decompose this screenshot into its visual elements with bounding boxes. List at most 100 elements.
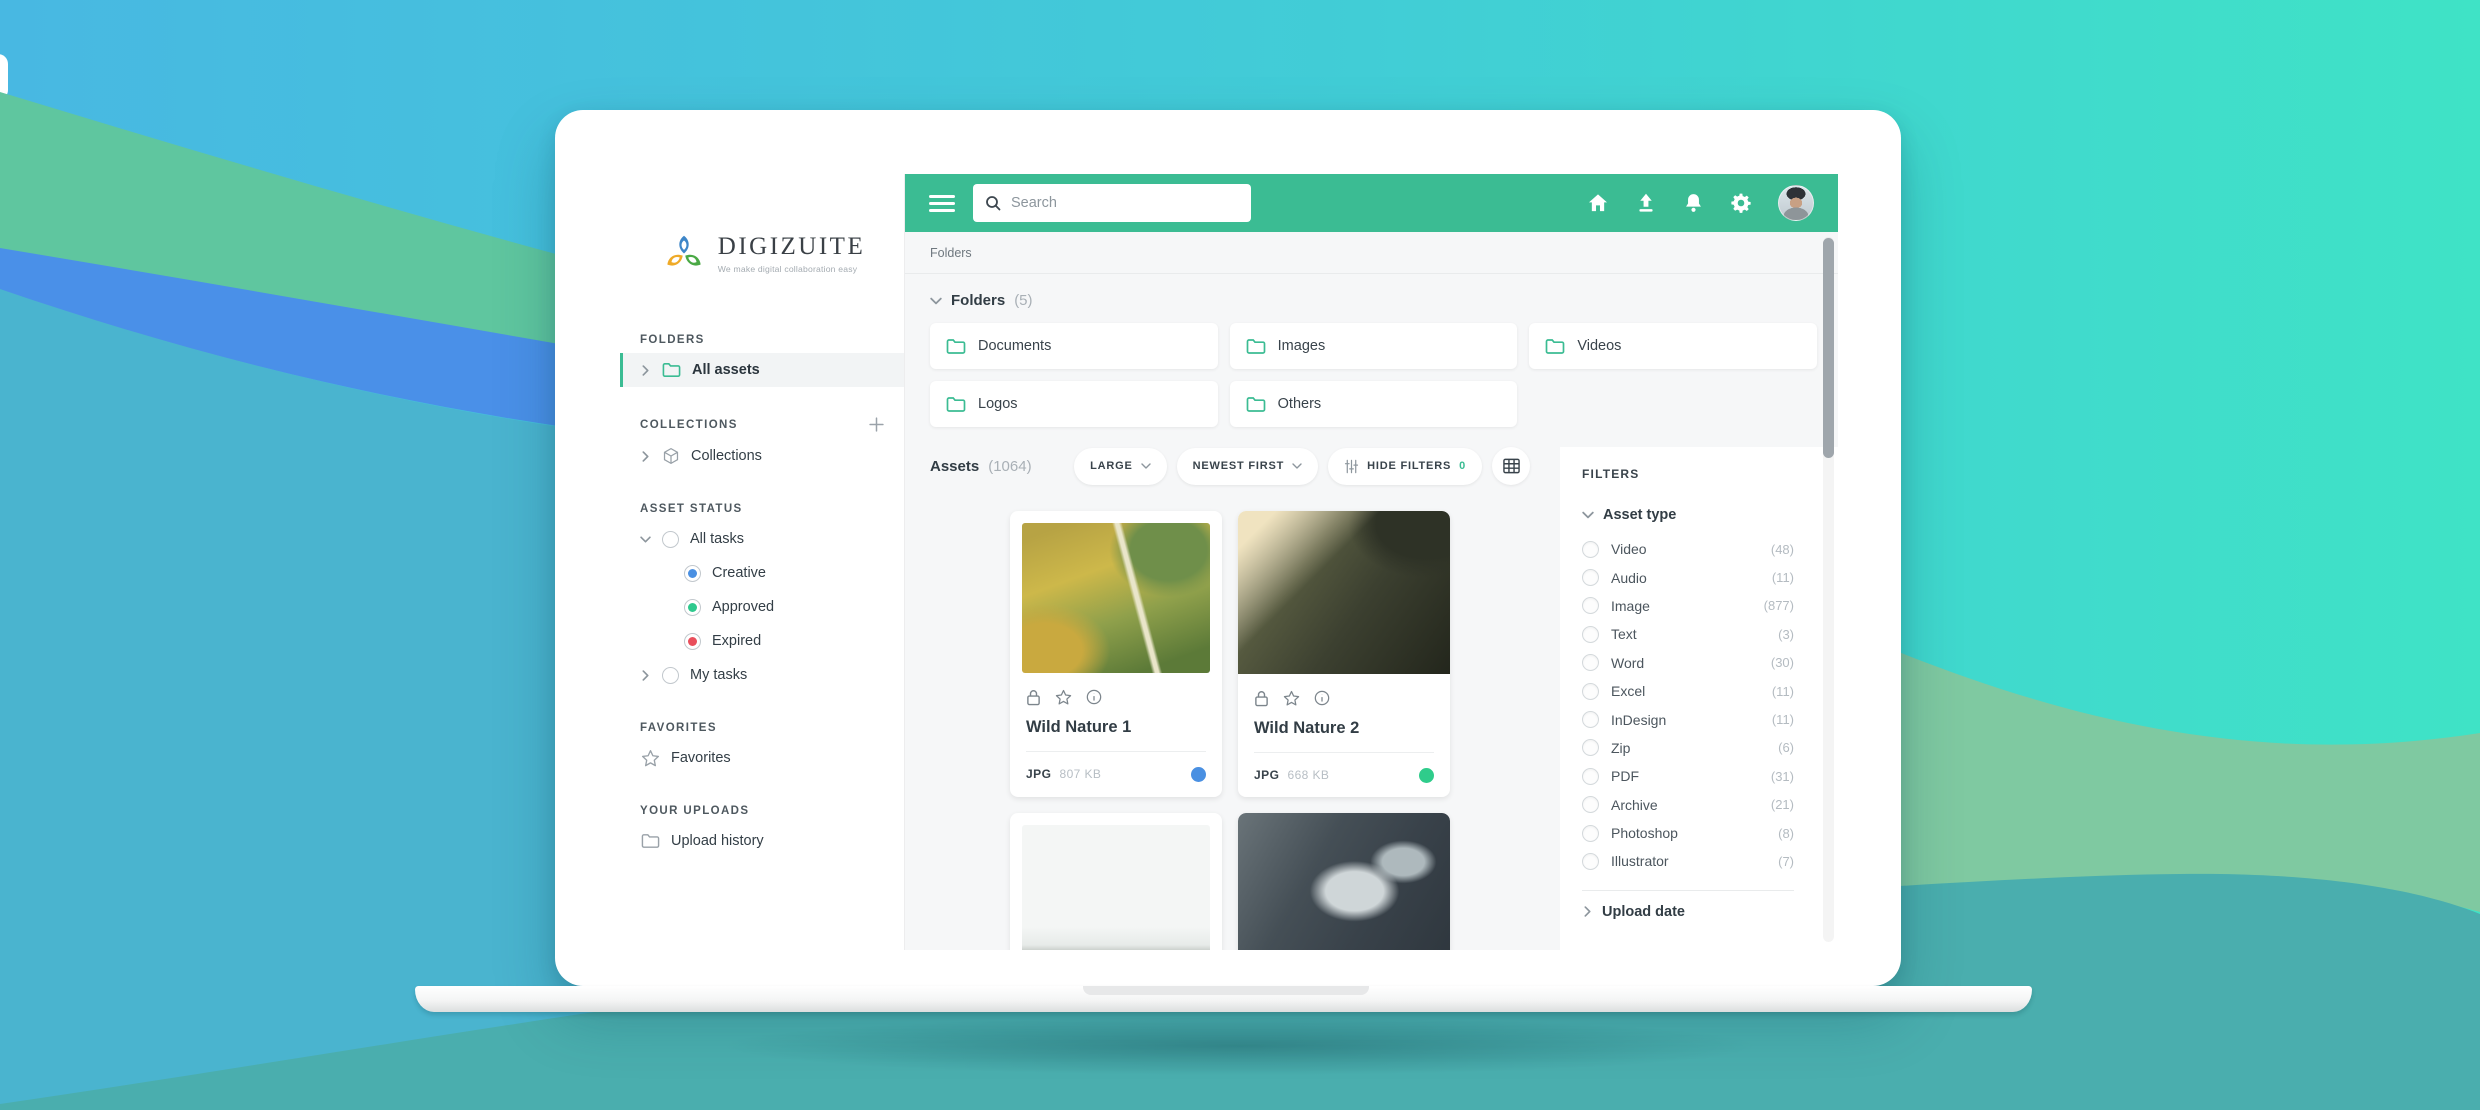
laptop-mockup: DIGIZUITE We make digital collaboration … (555, 110, 1901, 986)
folders-header: Folders (5) (930, 292, 1817, 309)
filter-option-word[interactable]: Word(30) (1582, 649, 1794, 677)
scrollbar-track[interactable] (1823, 237, 1834, 942)
asset-card-partial[interactable] (1238, 813, 1450, 950)
add-collection-button[interactable] (869, 417, 884, 432)
chevron-right-icon[interactable] (640, 365, 651, 376)
filter-checkbox[interactable] (1582, 626, 1599, 643)
sidebar-item-all-tasks[interactable]: All tasks (620, 522, 904, 556)
asset-card-wild-nature-2[interactable]: Wild Nature 2 JPG 668 KB (1238, 511, 1450, 797)
sidebar-item-label: All tasks (690, 531, 744, 547)
folders-section: Folders (5) Documents (905, 274, 1838, 433)
asset-card-wild-nature-1[interactable]: Wild Nature 1 JPG 807 KB (1010, 511, 1222, 797)
upload-icon[interactable] (1635, 192, 1657, 214)
sort-order-dropdown[interactable]: NEWEST FIRST (1177, 448, 1319, 485)
sidebar-section-your-uploads: YOUR UPLOADS (640, 805, 884, 817)
filter-option-audio[interactable]: Audio(11) (1582, 563, 1794, 591)
filter-checkbox[interactable] (1582, 739, 1599, 756)
filter-checkbox[interactable] (1582, 597, 1599, 614)
chevron-right-icon[interactable] (640, 451, 651, 462)
asset-cards-grid: Wild Nature 1 JPG 807 KB (930, 511, 1530, 950)
filter-checkbox[interactable] (1582, 711, 1599, 728)
hide-filters-button[interactable]: HIDE FILTERS 0 (1328, 448, 1482, 485)
sidebar-item-all-assets[interactable]: All assets (620, 353, 904, 387)
topbar-actions (1587, 185, 1814, 221)
filter-checkbox[interactable] (1582, 541, 1599, 558)
filters-panel: FILTERS Asset type Video(48) Audio(11) (1560, 447, 1838, 950)
file-format: JPG (1026, 767, 1052, 781)
filter-checkbox[interactable] (1582, 569, 1599, 586)
chevron-down-icon (1141, 461, 1151, 471)
filter-checkbox[interactable] (1582, 853, 1599, 870)
thumbnail-size-dropdown[interactable]: LARGE (1074, 448, 1167, 485)
status-radio[interactable] (662, 667, 679, 684)
filter-checkbox[interactable] (1582, 796, 1599, 813)
folder-card-others[interactable]: Others (1230, 381, 1518, 427)
filter-checkbox[interactable] (1582, 768, 1599, 785)
asset-type-list: Video(48) Audio(11) Image(877) Text(3) W… (1582, 535, 1794, 876)
chevron-down-icon[interactable] (640, 534, 651, 545)
scrollbar-thumb[interactable] (1823, 238, 1834, 458)
favorite-star-icon[interactable] (1283, 690, 1300, 707)
asset-card-actions (1254, 690, 1434, 707)
settings-gear-icon[interactable] (1730, 192, 1752, 214)
folders-count: (5) (1014, 292, 1032, 309)
sidebar-item-status-creative[interactable]: Creative (620, 556, 904, 590)
assets-toolbar: Assets (1064) LARGE (930, 447, 1530, 485)
filter-option-video[interactable]: Video(48) (1582, 535, 1794, 563)
filter-option-archive[interactable]: Archive(21) (1582, 791, 1794, 819)
asset-card-partial[interactable] (1010, 813, 1222, 950)
sidebar-item-my-tasks[interactable]: My tasks (620, 658, 904, 692)
breadcrumb-item-folders[interactable]: Folders (930, 246, 972, 260)
lock-icon[interactable] (1026, 689, 1041, 706)
filter-option-zip[interactable]: Zip(6) (1582, 734, 1794, 762)
assets-title: Assets (930, 458, 979, 475)
home-icon[interactable] (1587, 192, 1609, 214)
logo-text: DIGIZUITE We make digital collaboration … (718, 233, 865, 274)
folder-card-images[interactable]: Images (1230, 323, 1518, 369)
sidebar-item-favorites[interactable]: Favorites (620, 741, 904, 775)
sidebar-item-label: All assets (692, 362, 760, 378)
status-radio[interactable] (662, 531, 679, 548)
status-radio-expired[interactable] (684, 633, 701, 650)
status-radio-creative[interactable] (684, 565, 701, 582)
folder-card-logos[interactable]: Logos (930, 381, 1218, 427)
folder-card-documents[interactable]: Documents (930, 323, 1218, 369)
favorite-star-icon[interactable] (1055, 689, 1072, 706)
filter-option-text[interactable]: Text(3) (1582, 620, 1794, 648)
filter-option-image[interactable]: Image(877) (1582, 592, 1794, 620)
filter-option-indesign[interactable]: InDesign(11) (1582, 705, 1794, 733)
status-radio-approved[interactable] (684, 599, 701, 616)
info-icon[interactable] (1314, 690, 1330, 707)
folder-card-videos[interactable]: Videos (1529, 323, 1817, 369)
asset-type-header[interactable]: Asset type (1582, 507, 1794, 523)
table-view-button[interactable] (1492, 447, 1530, 485)
asset-title: Wild Nature 1 (1026, 718, 1206, 737)
filter-option-illustrator[interactable]: Illustrator(7) (1582, 847, 1794, 875)
notifications-bell-icon[interactable] (1683, 192, 1704, 214)
sidebar-item-collections[interactable]: Collections (620, 439, 904, 473)
upload-date-header[interactable]: Upload date (1582, 904, 1794, 920)
menu-icon[interactable] (929, 195, 955, 212)
folder-icon (946, 338, 966, 355)
filter-option-photoshop[interactable]: Photoshop(8) (1582, 819, 1794, 847)
sidebar-item-status-approved[interactable]: Approved (620, 590, 904, 624)
sidebar-section-favorites: FAVORITES (640, 722, 884, 734)
sidebar-item-upload-history[interactable]: Upload history (620, 824, 904, 858)
brand-tagline: We make digital collaboration easy (718, 264, 865, 274)
asset-card-footer: JPG 807 KB (1026, 751, 1206, 796)
filter-option-excel[interactable]: Excel(11) (1582, 677, 1794, 705)
filter-checkbox[interactable] (1582, 825, 1599, 842)
filter-checkbox[interactable] (1582, 654, 1599, 671)
user-avatar[interactable] (1778, 185, 1814, 221)
status-dot (1419, 768, 1434, 783)
asset-title: Wild Nature 2 (1254, 719, 1434, 738)
search-input[interactable]: Search (973, 184, 1251, 222)
asset-thumbnail (1022, 523, 1210, 673)
sidebar-item-status-expired[interactable]: Expired (620, 624, 904, 658)
filter-option-pdf[interactable]: PDF(31) (1582, 762, 1794, 790)
chevron-down-icon[interactable] (930, 295, 942, 307)
info-icon[interactable] (1086, 689, 1102, 706)
chevron-right-icon[interactable] (640, 670, 651, 681)
filter-checkbox[interactable] (1582, 683, 1599, 700)
lock-icon[interactable] (1254, 690, 1269, 707)
